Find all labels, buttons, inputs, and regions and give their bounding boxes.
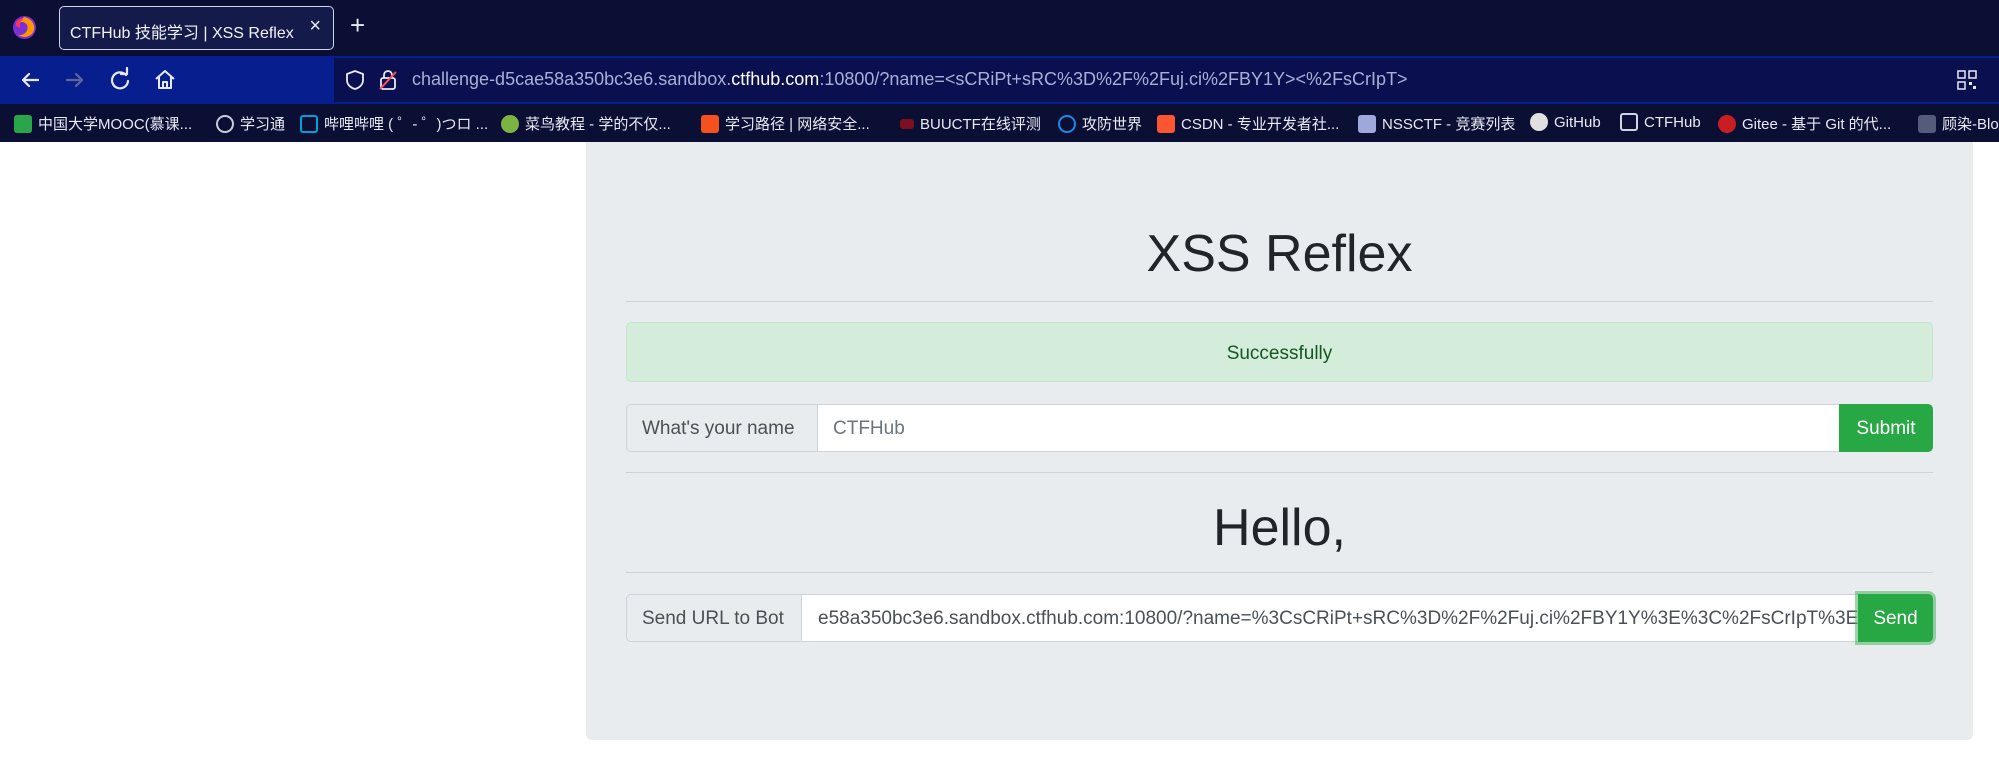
address-bar[interactable]: challenge-d5cae58a350bc3e6.sandbox.ctfhu… [334,58,1999,102]
firefox-icon[interactable] [12,15,37,40]
path-icon [701,114,719,133]
nssctf-icon [1358,114,1376,133]
web-page: XSS Reflex Successfully What's your name… [0,142,1999,770]
url-suffix: :10800/?name=<sCRiPt+sRC%3D%2F%2Fuj.ci%2… [819,69,1408,89]
gitee-icon [1718,114,1736,133]
ctfhub-icon [1620,113,1638,131]
bookmarks-toolbar: 中国大学MOOC(慕课... 学习通 哔哩哔哩 ( ゜- ゜)つロ ... 菜鸟… [0,104,1999,142]
bookmark-runoob[interactable]: 菜鸟教程 - 学的不仅... [501,113,671,134]
github-icon [1530,113,1548,131]
shield-icon[interactable] [344,69,366,91]
bookmark-label: 攻防世界 [1082,116,1143,133]
bookmark-gitee[interactable]: Gitee - 基于 Git 的代... [1718,113,1891,134]
bookmark-blog[interactable]: 顾染-Blo [1918,113,1999,134]
home-icon[interactable] [151,66,179,94]
bookmark-label: 菜鸟教程 - 学的不仅... [525,116,671,133]
close-tab-icon[interactable]: × [309,16,321,36]
back-arrow-icon[interactable] [16,66,44,94]
bookmark-label: GitHub [1554,113,1601,131]
alert-text: Successfully [1226,343,1333,364]
bookmark-github[interactable]: GitHub [1530,113,1601,131]
divider [626,572,1933,573]
name-form: What's your name CTFHub Submit [626,404,1933,452]
bookmark-mooc[interactable]: 中国大学MOOC(慕课... [14,113,192,134]
bookmark-adworld[interactable]: 攻防世界 [1058,113,1142,134]
bot-form: Send URL to Bot e58a350bc3e6.sandbox.ctf… [626,594,1933,642]
url-text[interactable]: challenge-d5cae58a350bc3e6.sandbox.ctfhu… [412,69,1408,90]
submit-button[interactable]: Submit [1839,404,1933,452]
bot-url-label: Send URL to Bot [626,594,802,642]
bookmark-label: NSSCTF - 竞赛列表 [1382,116,1516,133]
tab-strip: CTFHub 技能学习 | XSS Reflex × + [0,0,1999,56]
csdn-icon [1157,114,1175,133]
bookmark-label: 顾染-Blo [1942,116,1999,133]
bookmark-label: 中国大学MOOC(慕课... [38,116,193,133]
bookmark-learning-path[interactable]: 学习路径 | 网络安全... [701,113,870,134]
forward-arrow-icon[interactable] [61,66,89,94]
send-button[interactable]: Send [1858,594,1933,642]
bookmark-label: 哔哩哔哩 ( ゜- ゜)つロ ... [324,116,489,133]
reload-icon[interactable] [106,66,134,94]
bookmark-nssctf[interactable]: NSSCTF - 竞赛列表 [1358,113,1515,134]
qr-code-icon[interactable] [1957,70,1977,90]
globe-icon [216,114,234,133]
buuctf-icon [900,118,914,129]
page-title: XSS Reflex [1146,225,1413,283]
runoob-icon [501,114,519,133]
divider [626,472,1933,473]
url-domain: ctfhub.com [731,69,820,89]
bookmark-label: Gitee - 基于 Git 的代... [1742,116,1892,133]
adworld-icon [1058,114,1076,133]
blog-icon [1918,114,1936,133]
bookmark-buuctf[interactable]: BUUCTF在线评测 [900,113,1041,134]
lock-warning-icon[interactable] [378,69,398,91]
bilibili-icon [300,114,318,133]
active-tab[interactable]: CTFHub 技能学习 | XSS Reflex × [59,6,334,50]
jumbotron: XSS Reflex Successfully What's your name… [586,142,1973,740]
hello-heading: Hello, [1213,499,1346,557]
bookmark-label: 学习通 [240,116,286,133]
bookmark-label: BUUCTF在线评测 [920,116,1041,133]
name-input[interactable]: CTFHub [817,404,1840,452]
url-prefix: challenge-d5cae58a350bc3e6.sandbox. [412,69,732,89]
new-tab-button[interactable]: + [350,12,365,38]
bookmark-xuexitong[interactable]: 学习通 [216,113,285,134]
bookmark-label: 学习路径 | 网络安全... [725,116,870,133]
bot-url-input[interactable]: e58a350bc3e6.sandbox.ctfhub.com:10800/?n… [801,594,1859,642]
bookmark-label: CSDN - 专业开发者社... [1181,116,1340,133]
bookmark-ctfhub[interactable]: CTFHub [1620,113,1701,131]
bookmark-label: CTFHub [1644,113,1701,131]
success-alert: Successfully [626,322,1933,382]
bookmark-csdn[interactable]: CSDN - 专业开发者社... [1157,113,1339,134]
navigation-toolbar: challenge-d5cae58a350bc3e6.sandbox.ctfhu… [0,56,1999,104]
mooc-icon [14,114,32,133]
name-label: What's your name [626,404,818,452]
tab-title: CTFHub 技能学习 | XSS Reflex [70,25,294,42]
bookmark-bilibili[interactable]: 哔哩哔哩 ( ゜- ゜)つロ ... [300,113,488,134]
divider [626,301,1933,302]
